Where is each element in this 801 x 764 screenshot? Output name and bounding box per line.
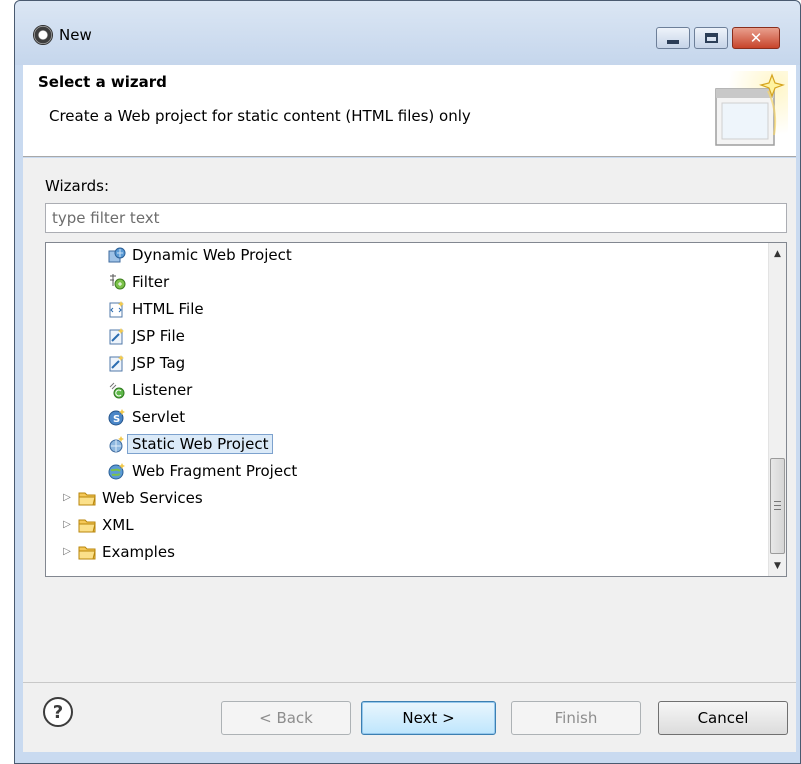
filter-icon — [108, 273, 126, 291]
tree-item-label: XML — [102, 515, 134, 534]
svg-text:S: S — [113, 414, 120, 425]
tree-item-label: JSP File — [132, 326, 185, 345]
html-file-icon — [108, 300, 126, 318]
finish-button[interactable]: Finish — [511, 701, 641, 735]
cancel-button[interactable]: Cancel — [658, 701, 788, 735]
tree-item-jsp-tag[interactable]: JSP Tag — [108, 349, 185, 376]
tree-item-static-web-project[interactable]: Static Web Project — [108, 430, 274, 457]
new-wizard-banner-icon — [708, 71, 788, 151]
page-description: Create a Web project for static content … — [49, 107, 471, 125]
tree-item-xml[interactable]: ▷ XML — [62, 511, 134, 538]
tree-item-label: Dynamic Web Project — [132, 245, 292, 264]
window-title: New — [59, 26, 92, 44]
servlet-icon: S — [108, 408, 126, 426]
tree-item-label: Servlet — [132, 407, 186, 426]
maximize-button[interactable] — [694, 27, 728, 49]
tree-item-label: Examples — [102, 542, 175, 561]
back-button[interactable]: < Back — [221, 701, 351, 735]
tree-item-label: Web Fragment Project — [132, 461, 298, 480]
folder-icon — [78, 489, 96, 507]
wizard-header: Select a wizard Create a Web project for… — [23, 65, 796, 157]
wizard-content: Wizards: Dynamic Web Project Filter HTML — [23, 158, 796, 682]
scroll-thumb[interactable] — [770, 458, 785, 554]
tree-item-html-file[interactable]: HTML File — [108, 295, 204, 322]
expand-arrow-icon[interactable]: ▷ — [62, 492, 72, 503]
tree-item-listener[interactable]: Listener — [108, 376, 192, 403]
tree-item-jsp-file[interactable]: JSP File — [108, 322, 185, 349]
eclipse-app-icon — [33, 25, 53, 45]
tree-scrollbar[interactable]: ▲ ▼ — [768, 243, 786, 576]
expand-arrow-icon[interactable]: ▷ — [62, 546, 72, 557]
tree-item-label: Web Services — [102, 488, 203, 507]
minimize-icon — [667, 40, 679, 44]
wizards-label: Wizards: — [45, 177, 110, 195]
tree-item-web-services[interactable]: ▷ Web Services — [62, 484, 203, 511]
close-button[interactable]: ✕ — [732, 27, 780, 49]
button-bar: ? < Back Next > Finish Cancel — [23, 682, 796, 752]
grip-icon — [774, 501, 781, 510]
wizard-tree[interactable]: Dynamic Web Project Filter HTML File JSP… — [45, 242, 787, 577]
tree-item-label: JSP Tag — [132, 353, 186, 372]
filter-input[interactable] — [45, 203, 787, 233]
jsp-file-icon — [108, 327, 126, 345]
minimize-button[interactable] — [656, 27, 690, 49]
dynamic-web-project-icon — [108, 246, 126, 264]
tree-item-label: Static Web Project — [127, 433, 274, 454]
tree-item-label: HTML File — [132, 299, 204, 318]
folder-icon — [78, 516, 96, 534]
tree-item-label: Listener — [132, 380, 193, 399]
help-button[interactable]: ? — [43, 697, 73, 727]
expand-arrow-icon[interactable]: ▷ — [62, 519, 72, 530]
dialog-window: New ✕ Select a wizard Create a Web proje… — [14, 0, 801, 764]
next-button[interactable]: Next > — [361, 701, 496, 735]
folder-icon — [78, 543, 96, 561]
jsp-tag-icon — [108, 354, 126, 372]
tree-item-servlet[interactable]: S Servlet — [108, 403, 185, 430]
close-icon: ✕ — [749, 28, 763, 47]
static-web-project-icon — [108, 435, 126, 453]
page-title: Select a wizard — [38, 73, 167, 91]
tree-item-label: Filter — [132, 272, 170, 291]
tree-item-dynamic-web-project[interactable]: Dynamic Web Project — [108, 243, 292, 268]
scroll-down-arrow-icon[interactable]: ▼ — [769, 557, 786, 574]
scroll-up-arrow-icon[interactable]: ▲ — [769, 245, 786, 262]
maximize-icon — [704, 33, 718, 43]
tree-item-web-fragment-project[interactable]: Web Fragment Project — [108, 457, 297, 484]
tree-item-examples[interactable]: ▷ Examples — [62, 538, 175, 565]
web-fragment-project-icon — [108, 462, 126, 480]
tree-item-filter[interactable]: Filter — [108, 268, 169, 295]
listener-icon — [108, 381, 126, 399]
title-bar[interactable]: New ✕ — [15, 1, 800, 65]
